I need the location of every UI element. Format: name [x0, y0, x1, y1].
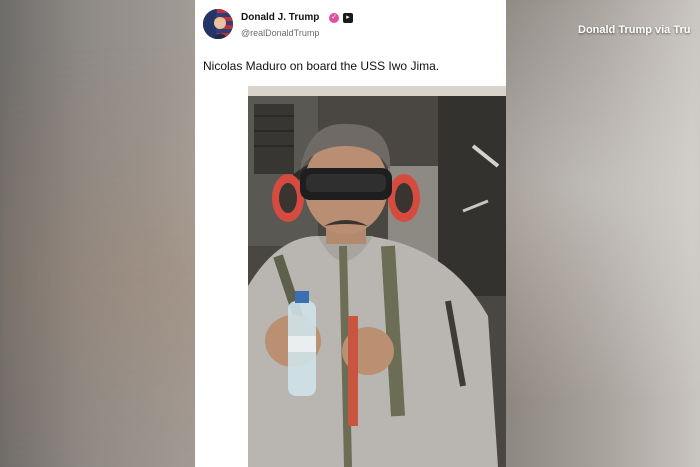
media-badge-icon: ▸ — [343, 13, 353, 23]
post-photo[interactable] — [248, 86, 506, 467]
social-post-card: Donald J. Trump ✓ ▸ @realDonaldTrump Nic… — [195, 0, 506, 467]
post-header: Donald J. Trump ✓ ▸ @realDonaldTrump — [203, 8, 493, 42]
flag-portrait-avatar-icon — [203, 9, 233, 39]
verified-badge-icon: ✓ — [329, 13, 339, 23]
video-credit-label: Donald Trump via Tru — [578, 24, 691, 36]
author-name[interactable]: Donald J. Trump — [241, 12, 319, 23]
post-text: Nicolas Maduro on board the USS Iwo Jima… — [203, 59, 440, 73]
author-handle[interactable]: @realDonaldTrump — [241, 28, 319, 38]
avatar[interactable] — [203, 9, 233, 39]
photo-illustration — [248, 86, 506, 467]
